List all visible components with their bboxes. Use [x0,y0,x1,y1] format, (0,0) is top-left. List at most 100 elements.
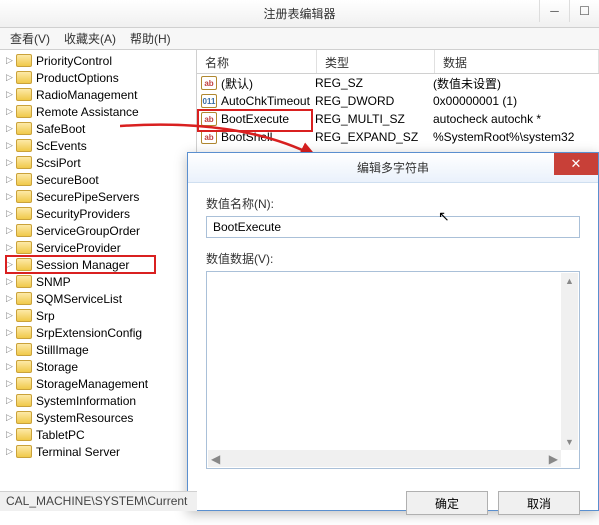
tree-item[interactable]: ▷ RadioManagement [0,86,196,103]
expand-icon[interactable]: ▷ [6,55,16,66]
tree-item[interactable]: ▷ SecureBoot [0,171,196,188]
ok-button[interactable]: 确定 [406,491,488,515]
value-icon: 011 [201,94,217,108]
tree-item[interactable]: ▷ SQMServiceList [0,290,196,307]
scrollbar-vertical[interactable]: ▲▼ [561,273,578,450]
dialog-titlebar: 编辑多字符串 ✕ [188,153,598,183]
folder-icon [16,71,32,84]
tree-item[interactable]: ▷SystemInformation [0,392,196,409]
folder-icon [16,105,32,118]
cell-name: BootExecute [221,112,315,126]
expand-icon[interactable]: ▷ [6,259,16,270]
tree-item-label: SystemResources [36,411,133,425]
tree-item[interactable]: ▷Session Manager [0,256,196,273]
list-row[interactable]: 011AutoChkTimeoutREG_DWORD0x00000001 (1) [197,92,599,110]
expand-icon[interactable]: ▷ [6,327,16,338]
expand-icon[interactable]: ▷ [6,123,16,134]
expand-icon[interactable]: ▷ [6,191,16,202]
expand-icon[interactable]: ▷ [6,293,16,304]
folder-icon [16,156,32,169]
list-row[interactable]: abBootExecuteREG_MULTI_SZautocheck autoc… [197,110,599,128]
expand-icon[interactable]: ▷ [6,242,16,253]
menu-view[interactable]: 查看(V) [10,30,50,47]
expand-icon[interactable]: ▷ [6,310,16,321]
tree-item[interactable]: ▷ ScEvents [0,137,196,154]
folder-icon [16,360,32,373]
expand-icon[interactable]: ▷ [6,395,16,406]
expand-icon[interactable]: ▷ [6,276,16,287]
tree-item[interactable]: ▷SecurityProviders [0,205,196,222]
expand-icon[interactable]: ▷ [6,106,16,117]
registry-tree[interactable]: ▷PriorityControl▷ProductOptions▷RadioMan… [0,50,197,491]
tree-item[interactable]: ▷SafeBoot [0,120,196,137]
folder-icon [16,326,32,339]
tree-item-label: PriorityControl [36,54,112,68]
expand-icon[interactable]: ▷ [6,140,16,151]
expand-icon[interactable]: ▷ [6,89,16,100]
tree-item[interactable]: ▷ScsiPort [0,154,196,171]
value-icon: ab [201,130,217,144]
scrollbar-horizontal[interactable]: ◀▶ [208,450,561,467]
tree-item-label: ScEvents [36,139,87,153]
tree-item-label: TabletPC [36,428,85,442]
tree-item-label: StorageManagement [36,377,148,391]
tree-item[interactable]: ▷ SrpExtensionConfig [0,324,196,341]
header-type[interactable]: 类型 [317,50,435,73]
tree-item[interactable]: ▷ServiceProvider [0,239,196,256]
tree-item-label: RadioManagement [36,88,137,102]
cell-type: REG_SZ [315,76,433,90]
folder-icon [16,292,32,305]
folder-icon [16,139,32,152]
value-data-textarea[interactable]: ▲▼ ◀▶ [206,271,580,469]
minimize-button[interactable]: ─ [539,0,569,22]
list-row[interactable]: abBootShellREG_EXPAND_SZ%SystemRoot%\sys… [197,128,599,146]
menu-help[interactable]: 帮助(H) [130,30,171,47]
tree-item-label: SecureBoot [36,173,99,187]
expand-icon[interactable]: ▷ [6,361,16,372]
folder-icon [16,207,32,220]
tree-item[interactable]: ▷Remote Assistance [0,103,196,120]
folder-icon [16,343,32,356]
expand-icon[interactable]: ▷ [6,412,16,423]
tree-item[interactable]: ▷SecurePipeServers [0,188,196,205]
expand-icon[interactable]: ▷ [6,429,16,440]
header-data[interactable]: 数据 [435,50,599,73]
value-icon: ab [201,112,217,126]
close-icon[interactable]: ✕ [554,153,598,175]
expand-icon[interactable]: ▷ [6,157,16,168]
tree-item-label: SQMServiceList [36,292,122,306]
expand-icon[interactable]: ▷ [6,446,16,457]
cell-type: REG_MULTI_SZ [315,112,433,126]
tree-item[interactable]: ▷ SystemResources [0,409,196,426]
cell-type: REG_EXPAND_SZ [315,130,433,144]
expand-icon[interactable]: ▷ [6,72,16,83]
list-header: 名称 类型 数据 [197,50,599,74]
tree-item-label: SrpExtensionConfig [36,326,142,340]
tree-item[interactable]: ▷Srp [0,307,196,324]
tree-item[interactable]: ▷ TabletPC [0,426,196,443]
expand-icon[interactable]: ▷ [6,225,16,236]
tree-item[interactable]: ▷ServiceGroupOrder [0,222,196,239]
tree-item[interactable]: ▷ProductOptions [0,69,196,86]
value-name-input[interactable] [206,216,580,238]
folder-icon [16,258,32,271]
tree-item[interactable]: ▷ StorageManagement [0,375,196,392]
list-row[interactable]: ab(默认)REG_SZ(数值未设置) [197,74,599,92]
expand-icon[interactable]: ▷ [6,378,16,389]
cancel-button[interactable]: 取消 [498,491,580,515]
tree-item[interactable]: ▷Storage [0,358,196,375]
expand-icon[interactable]: ▷ [6,344,16,355]
header-name[interactable]: 名称 [197,50,317,73]
folder-icon [16,411,32,424]
expand-icon[interactable]: ▷ [6,174,16,185]
value-data-label: 数值数据(V): [206,250,580,267]
tree-item[interactable]: ▷ PriorityControl [0,52,196,69]
cell-name: BootShell [221,130,315,144]
tree-item[interactable]: ▷SNMP [0,273,196,290]
folder-icon [16,275,32,288]
expand-icon[interactable]: ▷ [6,208,16,219]
maximize-button[interactable]: ☐ [569,0,599,22]
tree-item[interactable]: ▷Terminal Server [0,443,196,460]
menu-favorites[interactable]: 收藏夹(A) [64,30,116,47]
tree-item[interactable]: ▷StillImage [0,341,196,358]
